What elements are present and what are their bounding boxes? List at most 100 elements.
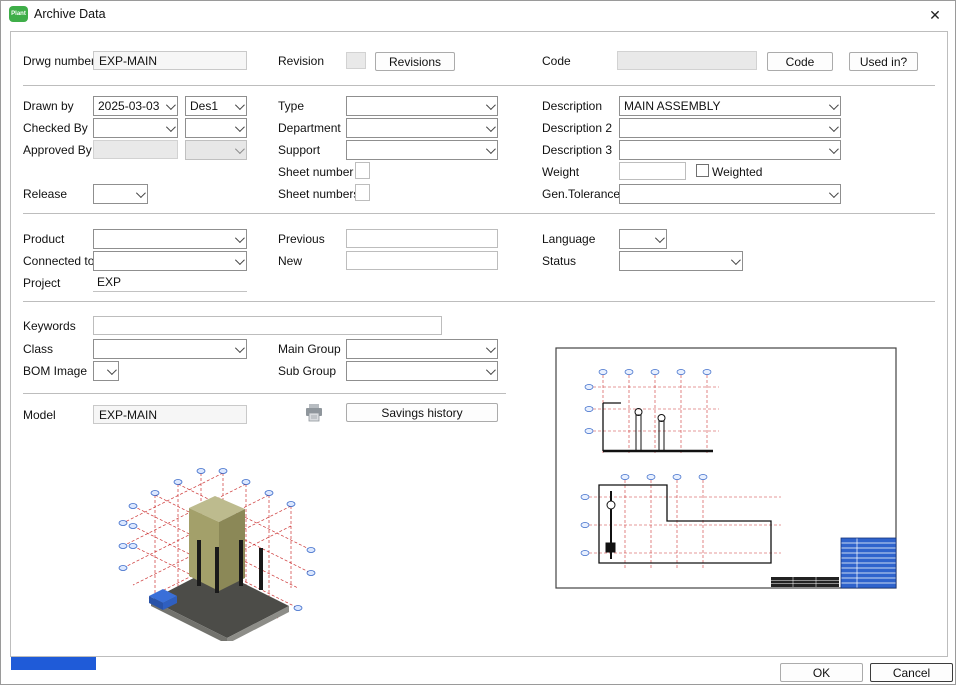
description3-combobox[interactable] (619, 140, 841, 160)
model-3d-preview-image (93, 448, 331, 641)
chevron-down-icon (481, 97, 497, 115)
description3-label: Description 3 (542, 143, 612, 157)
bom-image-combobox[interactable] (93, 361, 119, 381)
revision-label: Revision (278, 54, 324, 68)
approved-by-initials-value (186, 141, 230, 159)
archive-data-dialog: Plant Archive Data ✕ Drwg number EXP-MAI… (0, 0, 956, 685)
weight-field[interactable] (619, 162, 686, 180)
gen-tolerances-value (620, 185, 824, 203)
class-value (94, 340, 230, 358)
drawn-by-initials-value: Des1 (186, 97, 230, 115)
sub-group-combobox[interactable] (346, 361, 498, 381)
status-label: Status (542, 254, 576, 268)
revisions-button[interactable]: Revisions (375, 52, 455, 71)
department-value (347, 119, 481, 137)
app-icon: Plant (9, 6, 28, 22)
main-group-combobox[interactable] (346, 339, 498, 359)
drwg-number-label: Drwg number (23, 54, 95, 68)
chevron-down-icon (824, 97, 840, 115)
previous-field[interactable] (346, 229, 498, 248)
type-combobox[interactable] (346, 96, 498, 116)
used-in-button[interactable]: Used in? (849, 52, 918, 71)
release-combobox[interactable] (93, 184, 148, 204)
savings-history-button[interactable]: Savings history (346, 403, 498, 422)
status-value (620, 252, 726, 270)
new-field[interactable] (346, 251, 498, 270)
chevron-down-icon (230, 252, 246, 270)
description2-combobox[interactable] (619, 118, 841, 138)
sheet-number-label: Sheet number (278, 165, 353, 179)
model-field: EXP-MAIN (93, 405, 247, 424)
chevron-down-icon (824, 119, 840, 137)
checked-by-label: Checked By (23, 121, 88, 135)
weighted-checkbox[interactable] (696, 164, 709, 177)
release-label: Release (23, 187, 67, 201)
type-value (347, 97, 481, 115)
weighted-checkbox-label: Weighted (712, 165, 762, 179)
chevron-down-icon (161, 97, 177, 115)
divider (23, 85, 935, 86)
chevron-down-icon (726, 252, 742, 270)
sheet-numbers-field[interactable] (355, 184, 370, 201)
drwg-number-field[interactable]: EXP-MAIN (93, 51, 247, 70)
gen-tolerances-combobox[interactable] (619, 184, 841, 204)
department-combobox[interactable] (346, 118, 498, 138)
checked-by-initials-value (186, 119, 230, 137)
class-combobox[interactable] (93, 339, 247, 359)
model-3d-preview (93, 448, 331, 641)
sub-group-label: Sub Group (278, 364, 336, 378)
description2-label: Description 2 (542, 121, 612, 135)
drawing-sheet-preview (541, 315, 912, 621)
close-icon[interactable]: ✕ (925, 5, 945, 25)
project-label: Project (23, 276, 60, 290)
code-field[interactable] (617, 51, 757, 70)
sub-group-value (347, 362, 481, 380)
class-label: Class (23, 342, 53, 356)
checked-by-date-combobox[interactable] (93, 118, 178, 138)
drawing-sheet-preview-image (541, 315, 912, 621)
language-label: Language (542, 232, 595, 246)
status-combobox[interactable] (619, 251, 743, 271)
product-value (94, 230, 230, 248)
chevron-down-icon (161, 119, 177, 137)
drawn-by-date-combobox[interactable]: 2025-03-03 (93, 96, 178, 116)
code-button[interactable]: Code (767, 52, 833, 71)
sheet-number-field[interactable] (355, 162, 370, 179)
product-combobox[interactable] (93, 229, 247, 249)
model-label: Model (23, 408, 56, 422)
drawn-by-label: Drawn by (23, 99, 74, 113)
chevron-down-icon (230, 230, 246, 248)
description-combobox[interactable]: MAIN ASSEMBLY (619, 96, 841, 116)
approved-by-initials-combobox (185, 140, 247, 160)
revision-field[interactable] (346, 52, 366, 69)
main-group-label: Main Group (278, 342, 341, 356)
checked-by-initials-combobox[interactable] (185, 118, 247, 138)
ok-button[interactable]: OK (780, 663, 863, 682)
chevron-down-icon (131, 185, 147, 203)
chevron-down-icon (230, 97, 246, 115)
chevron-down-icon (230, 141, 246, 159)
support-combobox[interactable] (346, 140, 498, 160)
keywords-field[interactable] (93, 316, 442, 335)
chevron-down-icon (230, 340, 246, 358)
chevron-down-icon (481, 340, 497, 358)
chevron-down-icon (102, 362, 118, 380)
main-group-value (347, 340, 481, 358)
print-icon[interactable] (304, 403, 324, 422)
product-label: Product (23, 232, 64, 246)
gen-tolerances-label: Gen.Tolerances (542, 187, 626, 201)
type-label: Type (278, 99, 304, 113)
project-value-field: EXP (93, 273, 247, 292)
chevron-down-icon (230, 119, 246, 137)
chevron-down-icon (650, 230, 666, 248)
connected-to-label: Connected to (23, 254, 94, 268)
sheet-numbers-label: Sheet numbers (278, 187, 359, 201)
description-label: Description (542, 99, 602, 113)
language-combobox[interactable] (619, 229, 667, 249)
keywords-label: Keywords (23, 319, 76, 333)
drawn-by-initials-combobox[interactable]: Des1 (185, 96, 247, 116)
cancel-button[interactable]: Cancel (870, 663, 953, 682)
connected-to-combobox[interactable] (93, 251, 247, 271)
support-label: Support (278, 143, 320, 157)
approved-by-date-field (93, 140, 178, 159)
